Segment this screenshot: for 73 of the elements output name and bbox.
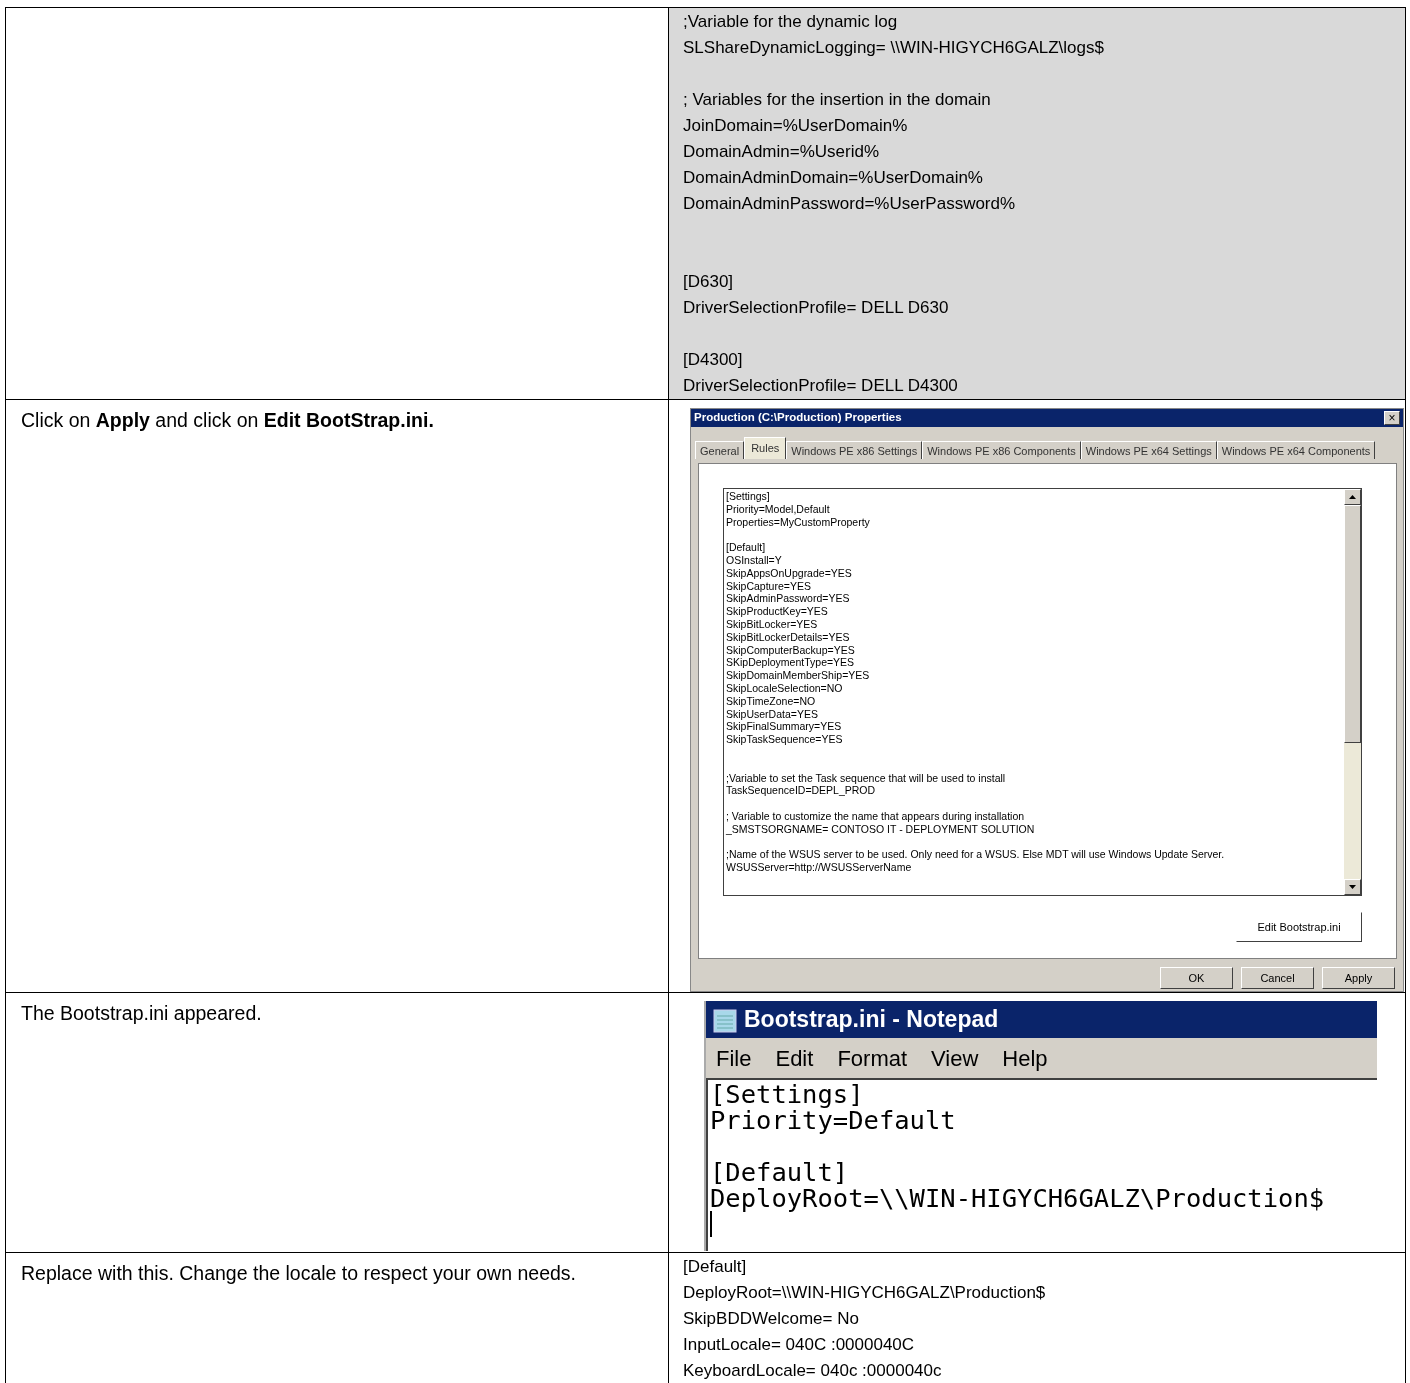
rules-line: SkipAdminPassword=YES bbox=[726, 592, 851, 606]
code-line: [D4300] bbox=[683, 349, 744, 371]
rules-line: SkipComputerBackup=YES bbox=[726, 643, 856, 657]
edit-bootstrap-button[interactable]: Edit Bootstrap.ini bbox=[1236, 912, 1362, 942]
menu-item[interactable]: Format bbox=[837, 1041, 908, 1075]
close-button[interactable]: × bbox=[1384, 411, 1400, 425]
code-line: SLShareDynamicLogging= \\WIN-HIGYCH6GALZ\logs$ bbox=[683, 37, 1105, 59]
rules-line: SkipAppsOnUpgrade=YES bbox=[726, 566, 853, 580]
dialog-button[interactable]: Apply bbox=[1322, 967, 1395, 989]
code-line: DomainAdminPassword=%UserPassword% bbox=[683, 193, 1017, 215]
tab[interactable]: General bbox=[695, 441, 745, 459]
code-line: [D630] bbox=[683, 271, 735, 293]
instruction-text: The Bootstrap.ini appeared. bbox=[20, 1001, 263, 1026]
text-line: Priority=Default bbox=[710, 1107, 957, 1133]
rules-line: SkipLocaleSelection=NO bbox=[726, 681, 844, 695]
code-line: ; Variables for the insertion in the domain bbox=[683, 89, 992, 111]
dialog-button[interactable]: OK bbox=[1160, 967, 1233, 989]
code-line: DriverSelectionProfile= DELL D630 bbox=[683, 297, 950, 319]
rules-line: OSInstall=Y bbox=[726, 554, 783, 567]
menu-item[interactable]: Edit bbox=[775, 1041, 814, 1075]
tab[interactable]: Rules bbox=[744, 437, 787, 459]
tab[interactable]: Windows PE x86 Settings bbox=[786, 441, 923, 459]
dialog-button[interactable]: Cancel bbox=[1241, 967, 1314, 989]
window-title: Bootstrap.ini - Notepad bbox=[744, 1005, 999, 1035]
code-line: DomainAdmin=%Userid% bbox=[683, 141, 881, 163]
rules-line: SkipUserData=YES bbox=[726, 707, 819, 721]
rules-line: ; Variable to customize the name that appears during installation bbox=[726, 809, 1026, 823]
rules-line: Priority=Model,Default bbox=[726, 502, 831, 516]
rules-line: SkipDomainMemberShip=YES bbox=[726, 669, 871, 682]
menu-item[interactable]: Help bbox=[1002, 1041, 1048, 1075]
rules-line: ;Variable to set the Task sequence that will be used to install bbox=[726, 770, 1007, 785]
rules-line: SkipBitLocker=YES bbox=[726, 617, 819, 631]
text-line: DeployRoot=\\WIN-HIGYCH6GALZ\Production$ bbox=[710, 1185, 1326, 1211]
rules-line: [Settings] bbox=[726, 490, 771, 503]
code-line: [Default] bbox=[683, 1256, 748, 1278]
rules-line: TaskSequenceID=DEPL_PROD bbox=[726, 784, 877, 798]
instruction-text: Replace with this. Change the locale to respect your own needs. bbox=[20, 1261, 577, 1286]
code-line: InputLocale= 040C :0000040C bbox=[683, 1334, 916, 1356]
rules-line: Properties=MyCustomProperty bbox=[726, 515, 871, 529]
rules-line: SKipDeploymentType=YES bbox=[726, 656, 856, 670]
rules-line: ;Name of the WSUS server to be used. Only need for a WSUS. Else MDT will use Windows Update Server. bbox=[726, 848, 1226, 862]
menu-item[interactable]: View bbox=[931, 1041, 979, 1075]
instruction-text: Click on Apply and click on Edit BootStrap.ini. bbox=[20, 408, 435, 433]
tab[interactable]: Windows PE x86 Components bbox=[922, 441, 1081, 459]
rules-line: SkipFinalSummary=YES bbox=[726, 720, 843, 734]
rules-line: SkipTaskSequence=YES bbox=[726, 733, 844, 746]
code-line: ;Variable for the dynamic log bbox=[683, 11, 899, 33]
code-line: DeployRoot=\\WIN-HIGYCH6GALZ\Production$ bbox=[683, 1282, 1047, 1304]
scroll-up-icon[interactable] bbox=[1344, 489, 1361, 505]
code-line: DomainAdminDomain=%UserDomain% bbox=[683, 167, 984, 189]
tab[interactable]: Windows PE x64 Components bbox=[1216, 441, 1376, 459]
scroll-down-icon[interactable] bbox=[1344, 879, 1361, 895]
rules-line: [Default] bbox=[726, 541, 767, 554]
code-line: KeyboardLocale= 040c :0000040c bbox=[683, 1360, 943, 1382]
dialog-title: Production (C:\Production) Properties bbox=[694, 410, 902, 426]
rules-line: SkipCapture=YES bbox=[726, 579, 812, 593]
scrollbar[interactable] bbox=[1344, 489, 1361, 895]
menu-item[interactable]: File bbox=[716, 1041, 752, 1075]
code-line: JoinDomain=%UserDomain% bbox=[683, 115, 909, 137]
text-line: [Settings] bbox=[710, 1081, 865, 1107]
rules-text-area[interactable] bbox=[723, 488, 1362, 896]
rules-line: SkipProductKey=YES bbox=[726, 605, 829, 618]
scroll-thumb[interactable] bbox=[1344, 505, 1361, 743]
text-line: [Default] bbox=[710, 1159, 850, 1185]
text-cursor bbox=[710, 1211, 712, 1237]
rules-line: _SMSTSORGNAME= CONTOSO IT - DEPLOYMENT SOLUTION bbox=[726, 822, 1036, 836]
code-line: SkipBDDWelcome= No bbox=[683, 1308, 860, 1330]
rules-line: WSUSServer=http://WSUSServerName bbox=[726, 861, 913, 874]
tab[interactable]: Windows PE x64 Settings bbox=[1080, 441, 1217, 459]
rules-line: SkipBitLockerDetails=YES bbox=[726, 630, 851, 644]
notepad-text-area[interactable]: [Settings] Priority=Default [Default] DeployRoot=\\WIN-HIGYCH6GALZ\Production$ bbox=[706, 1078, 1377, 1251]
rules-line: SkipTimeZone=NO bbox=[726, 694, 817, 708]
code-line: DriverSelectionProfile= DELL D4300 bbox=[683, 375, 959, 397]
